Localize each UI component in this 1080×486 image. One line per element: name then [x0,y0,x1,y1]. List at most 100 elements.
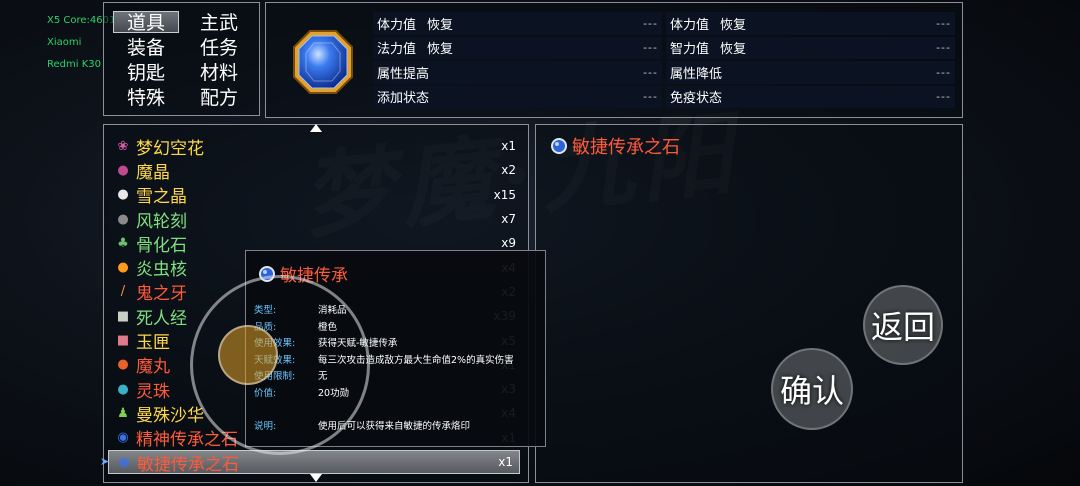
tooltip-value: 获得天赋-敏捷传承 [318,338,398,350]
category-tab[interactable]: 材料 [186,61,252,84]
stat-label: 体力值 [377,17,417,33]
item-name: 雪之晶 [136,187,187,208]
scroll-down-arrow-icon[interactable] [310,474,322,482]
stats-grid: 体力值 恢复 --- 体力值 恢复 --- 法力值 恢复 --- 智力值 恢复 --- 属性提高 --- 属… [373,12,956,108]
stat-row: 免疫状态 --- [666,85,955,108]
item-name: 敏捷传承之石 [137,454,239,475]
item-quantity: x9 [501,236,516,251]
scroll-up-arrow-icon[interactable] [310,124,322,132]
tooltip-value: 每三次攻击造成敌方最大生命值2%的真实伤害 [318,354,514,366]
category-tab[interactable]: 配方 [186,86,252,109]
stat-amount: --- [643,16,658,30]
category-tab[interactable]: 钥匙 [113,61,179,84]
tooltip-row: 价值: 20功勋 [254,384,514,401]
category-tab[interactable]: 特殊 [113,86,179,109]
item-row[interactable]: ◉ 敏捷传承之石 x1 [108,449,520,475]
virtual-joystick-knob[interactable] [218,325,278,385]
stat-amount: --- [643,90,658,104]
blue-gem-icon [551,138,567,154]
item-name: 死人经 [136,308,187,329]
item-row[interactable]: ● 风轮刻 x7 [110,207,522,232]
category-tab[interactable]: 主武 [186,11,252,34]
item-quantity: x1 [501,139,516,154]
tooltip-row: 品质: 橙色 [254,318,514,335]
fossil-icon: ♣ [117,235,129,251]
item-quantity: x1 [498,455,513,469]
stat-value: 恢复 [427,17,454,33]
stat-label: 法力值 [377,42,417,58]
scripture-icon: ■ [116,308,130,324]
blue-gem-icon: ◉ [118,454,130,470]
confirm-button-label: 确认 [779,372,844,410]
stat-value: 恢复 [427,42,454,58]
item-row[interactable]: ● 雪之晶 x15 [110,183,522,207]
stat-label: 属性降低 [670,66,723,82]
blue-gem-icon [259,265,275,282]
fang-icon: / [120,284,126,300]
tooltip-row: 说明: 使用后可以获得来自敏捷的传承烙印 [254,417,514,434]
tooltip-row [254,400,514,417]
item-row[interactable]: ❀ 梦幻空花 x1 [110,134,522,159]
tooltip-key: 价值: [254,387,277,399]
back-button-label: 返回 [870,308,935,346]
stat-amount: --- [936,90,951,104]
item-name: 梦幻空花 [136,138,204,159]
snow-crystal-icon: ● [117,187,129,203]
magic-pill-icon: ● [117,357,129,373]
item-name: 魔晶 [136,162,170,183]
confirm-button[interactable]: 确认 [771,348,853,430]
category-grid: 道具 主武 装备 任务 钥匙 材料 特殊 配方 [113,11,252,109]
item-stats-panel: 体力值 恢复 --- 体力值 恢复 --- 法力值 恢复 --- 智力值 恢复 --- 属性提高 --- 属… [265,2,963,118]
stat-row: 体力值 恢复 --- [373,12,662,35]
stat-row: 体力值 恢复 --- [666,12,955,35]
flower-icon: ❀ [117,138,129,154]
jade-box-icon: ■ [116,333,130,349]
stat-label: 添加状态 [377,91,430,107]
item-name: 灵珠 [136,381,170,402]
item-quantity: x2 [501,163,516,178]
back-button[interactable]: 返回 [863,285,943,365]
tooltip-row: 使用限制: 无 [254,367,514,384]
category-tab[interactable]: 道具 [113,11,179,34]
tooltip-key: 类型: [254,305,277,317]
item-row[interactable]: ● 魔晶 x2 [110,158,522,183]
stat-row: 属性提高 --- [373,61,662,84]
tooltip-details: 类型: 消耗品品质:橙色使用效果:获得天赋-敏捷传承天赋效果:每三次攻击造成敌方最… [254,301,514,433]
tooltip-row: 类型: 消耗品 [254,301,514,318]
crystal-icon: ● [117,162,129,178]
item-name: 炎虫核 [136,260,187,281]
stat-value: 恢复 [720,42,747,58]
item-name: 魔丸 [136,357,170,378]
stat-row: 属性降低 --- [666,61,955,84]
item-name: 曼殊沙华 [136,405,204,426]
tooltip-title: 敏捷传承 [258,261,348,286]
tooltip-row: 使用效果:获得天赋-敏捷传承 [254,334,514,351]
blue-gem-large-icon [293,30,353,94]
category-panel: 道具 主武 装备 任务 钥匙 材料 特殊 配方 [103,2,260,116]
stat-amount: --- [643,65,658,79]
tooltip-key: 说明: [254,420,277,432]
spirit-pearl-icon: ● [117,381,129,397]
item-quantity: x7 [501,212,516,227]
tooltip-value: 橙色 [318,321,338,333]
item-name: 玉匣 [136,333,170,354]
tooltip-value: 无 [318,371,328,383]
stat-amount: --- [936,16,951,30]
item-name: 风轮刻 [136,211,187,232]
potion-icon: ♟ [117,405,129,421]
category-tab[interactable]: 任务 [186,36,252,59]
blue-gem-icon: ◉ [117,430,129,446]
detail-title: 敏捷传承之石 [550,133,680,159]
item-name: 骨化石 [136,235,187,256]
stat-label: 智力值 [670,42,710,58]
stat-amount: --- [936,41,951,55]
item-name: 鬼之牙 [136,284,187,305]
stat-value: 恢复 [720,17,747,33]
stat-amount: --- [936,65,951,79]
item-tooltip: 敏捷传承 类型: 消耗品品质:橙色使用效果:获得天赋-敏捷传承天赋效果:每三次攻击… [245,250,546,447]
category-tab[interactable]: 装备 [113,36,179,59]
stat-row: 法力值 恢复 --- [373,36,662,59]
stat-row: 添加状态 --- [373,85,662,108]
stat-row: 智力值 恢复 --- [666,36,955,59]
item-name: 精神传承之石 [136,430,238,451]
